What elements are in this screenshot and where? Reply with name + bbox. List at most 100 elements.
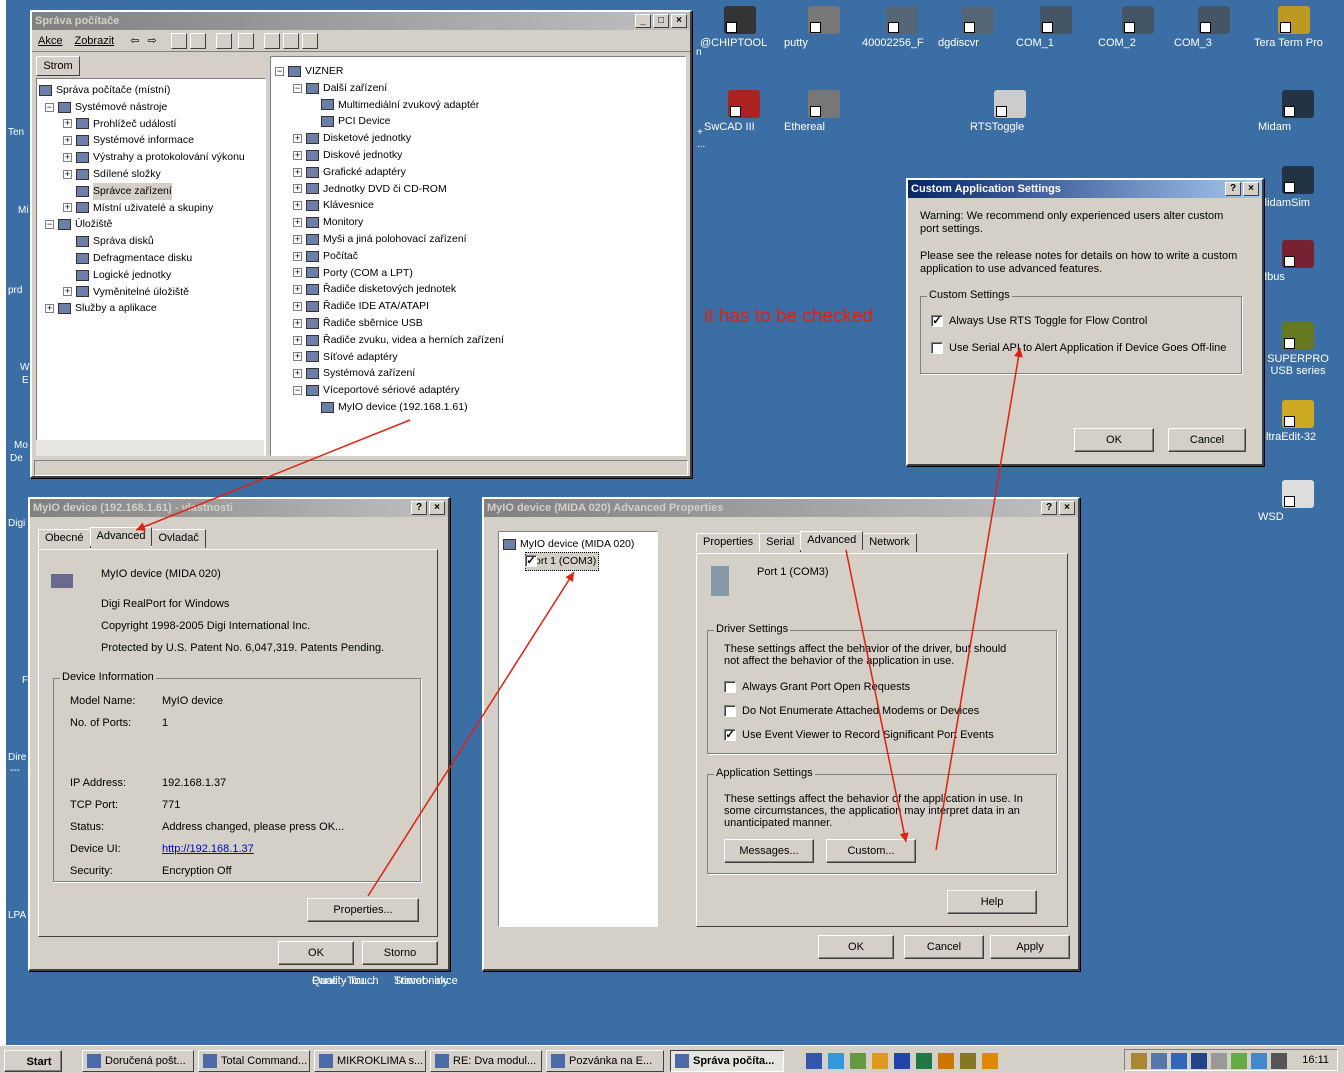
desktop-icon[interactable]: SwCAD III bbox=[704, 90, 784, 133]
device-tree-item[interactable]: + Řadiče IDE ATA/ATAPI bbox=[275, 298, 681, 315]
device-tree-item[interactable]: + Jednotky DVD či CD-ROM bbox=[275, 181, 681, 198]
tree-item[interactable]: + Výstrahy a protokolování výkonu bbox=[39, 149, 263, 166]
tree-item[interactable]: − Systémové nástroje bbox=[39, 99, 263, 116]
expand-toggle-icon[interactable]: − bbox=[45, 220, 54, 230]
tree-item[interactable]: − Úložiště bbox=[39, 216, 263, 233]
expand-toggle-icon[interactable]: − bbox=[275, 66, 284, 76]
device-tree-item[interactable]: + Řadiče zvuku, videa a herních zařízení bbox=[275, 332, 681, 349]
expand-toggle-icon[interactable]: + bbox=[293, 285, 302, 295]
desktop-icon[interactable]: 40002256_F bbox=[862, 6, 942, 49]
scan-hardware-icon[interactable] bbox=[263, 32, 280, 49]
device-tree-item[interactable]: Multimediální zvukový adaptér bbox=[275, 97, 681, 114]
advanced-titlebar[interactable]: MyIO device (MIDA 020) Advanced Properti… bbox=[484, 499, 1078, 517]
tree-toggle-icon[interactable] bbox=[189, 32, 206, 49]
ok-button[interactable]: OK bbox=[1074, 428, 1154, 452]
expand-toggle-icon[interactable]: + bbox=[45, 304, 54, 314]
device-tree-item[interactable]: MyIO device (192.168.1.61) bbox=[275, 399, 681, 416]
help-icon[interactable] bbox=[237, 32, 254, 49]
tray-icon[interactable] bbox=[1151, 1053, 1167, 1069]
desktop-icon[interactable]: COM_3 bbox=[1174, 6, 1254, 49]
expand-toggle-icon[interactable]: + bbox=[293, 302, 302, 312]
close-button[interactable]: × bbox=[671, 14, 687, 28]
custom-button[interactable]: Custom... bbox=[826, 839, 916, 863]
tab-advanced[interactable]: Advanced bbox=[800, 531, 864, 550]
up-folder-icon[interactable] bbox=[170, 32, 187, 49]
tab-strom[interactable]: Strom bbox=[36, 56, 80, 76]
tray-icon[interactable] bbox=[1231, 1053, 1247, 1069]
device-tree-item[interactable]: + Řadiče sběrnice USB bbox=[275, 315, 681, 332]
taskbar-item[interactable]: Pozvánka na E... bbox=[546, 1050, 664, 1072]
properties-button[interactable]: Properties... bbox=[307, 898, 419, 922]
properties-icon[interactable] bbox=[215, 32, 232, 49]
device-tree-item[interactable]: − Další zařízení bbox=[275, 80, 681, 97]
expand-toggle-icon[interactable]: + bbox=[293, 318, 302, 328]
device-tree-item[interactable]: PCI Device bbox=[275, 113, 681, 130]
horizontal-scrollbar[interactable] bbox=[36, 440, 264, 456]
device-tree-item[interactable]: + Síťové adaptéry bbox=[275, 349, 681, 366]
port-checkbox[interactable]: ✓ bbox=[525, 555, 537, 568]
app-icon[interactable] bbox=[872, 1053, 888, 1069]
tab-ovladac[interactable]: Ovladač bbox=[151, 529, 206, 548]
forward-icon[interactable]: ⇨ bbox=[147, 34, 156, 47]
always-grant-checkbox[interactable]: Always Grant Port Open Requests bbox=[724, 681, 910, 693]
word-icon[interactable] bbox=[894, 1053, 910, 1069]
rts-toggle-checkbox[interactable]: ✓ Always Use RTS Toggle for Flow Control bbox=[931, 315, 1147, 327]
desktop-icon[interactable]: MidamSim bbox=[1258, 166, 1338, 209]
tray-icon[interactable] bbox=[1131, 1053, 1147, 1069]
disable-device-icon[interactable] bbox=[282, 32, 299, 49]
device-tree-item[interactable]: + Porty (COM a LPT) bbox=[275, 265, 681, 282]
computer-management-titlebar[interactable]: Správa počítače _ □ × bbox=[32, 12, 690, 30]
desktop-icon[interactable]: COM_2 bbox=[1098, 6, 1178, 49]
expand-toggle-icon[interactable]: + bbox=[293, 268, 302, 278]
tray-icon[interactable] bbox=[1171, 1053, 1187, 1069]
excel-icon[interactable] bbox=[916, 1053, 932, 1069]
ok-button[interactable]: OK bbox=[278, 941, 354, 965]
event-viewer-checkbox[interactable]: ✓ Use Event Viewer to Record Significant … bbox=[724, 729, 994, 741]
close-button[interactable]: × bbox=[1243, 182, 1259, 196]
taskbar-item[interactable]: Total Command... bbox=[198, 1050, 310, 1072]
menu-akce[interactable]: Akce bbox=[38, 35, 62, 47]
checkbox-box[interactable] bbox=[724, 705, 736, 717]
tree-item[interactable]: Správce zařízení bbox=[39, 182, 263, 200]
expand-toggle-icon[interactable]: + bbox=[293, 234, 302, 244]
checkbox-box[interactable]: ✓ bbox=[931, 315, 943, 327]
minimize-button[interactable]: _ bbox=[635, 14, 651, 28]
taskbar-item[interactable]: Doručená pošt... bbox=[82, 1050, 194, 1072]
maximize-button[interactable]: □ bbox=[653, 14, 669, 28]
tree-item-port[interactable]: ✓ Port 1 (COM3) bbox=[503, 551, 653, 571]
menu-zobrazit[interactable]: Zobrazit bbox=[74, 35, 114, 47]
taskbar-item[interactable]: RE: Dva modul... bbox=[430, 1050, 542, 1072]
expand-toggle-icon[interactable]: + bbox=[63, 203, 72, 213]
tree-item[interactable]: Správa počítače (místní) bbox=[39, 82, 263, 99]
expand-toggle-icon[interactable]: + bbox=[293, 369, 302, 379]
help-button[interactable]: ? bbox=[1225, 182, 1241, 196]
tab-advanced[interactable]: Advanced bbox=[89, 527, 153, 546]
device-tree-item[interactable]: − Víceportové sériové adaptéry bbox=[275, 382, 681, 399]
close-button[interactable]: × bbox=[1059, 501, 1075, 515]
browser-icon[interactable] bbox=[828, 1053, 844, 1069]
tray-icon[interactable] bbox=[1251, 1053, 1267, 1069]
tab-network[interactable]: Network bbox=[862, 533, 917, 552]
taskbar-item[interactable]: MIKROKLIMA s... bbox=[314, 1050, 426, 1072]
expand-toggle-icon[interactable]: + bbox=[293, 251, 302, 261]
desktop-icon[interactable]: putty bbox=[784, 6, 864, 49]
cancel-button[interactable]: Storno bbox=[362, 941, 438, 965]
save-icon[interactable] bbox=[806, 1053, 822, 1069]
tray-icon[interactable] bbox=[1271, 1053, 1287, 1069]
tree-item[interactable]: + Systémové informace bbox=[39, 132, 263, 149]
close-button[interactable]: × bbox=[429, 501, 445, 515]
expand-toggle-icon[interactable]: + bbox=[293, 134, 302, 144]
device-tree-item[interactable]: + Řadiče disketových jednotek bbox=[275, 281, 681, 298]
tab-obecne[interactable]: Obecné bbox=[38, 529, 91, 548]
properties-titlebar[interactable]: MyIO device (192.168.1.61) - vlastnosti … bbox=[30, 499, 448, 517]
tree-item[interactable]: + Prohlížeč událostí bbox=[39, 116, 263, 133]
tray-icon[interactable] bbox=[1191, 1053, 1207, 1069]
device-tree-pane[interactable]: − VIZNER − Další zařízení Multimediální zvuk… bbox=[270, 56, 686, 456]
desktop-icon[interactable]: @CHIPTOOL bbox=[700, 6, 780, 49]
expand-toggle-icon[interactable]: + bbox=[293, 167, 302, 177]
device-tree-item[interactable]: + Disketové jednotky bbox=[275, 130, 681, 147]
tree-item[interactable]: + Sdílené složky bbox=[39, 166, 263, 183]
tree-item[interactable]: + Vyměnitelné úložiště bbox=[39, 284, 263, 301]
port-tree[interactable]: MyIO device (MIDA 020) ✓ Port 1 (COM3) bbox=[498, 531, 658, 927]
desktop-icon[interactable]: RTSToggle bbox=[970, 90, 1050, 133]
